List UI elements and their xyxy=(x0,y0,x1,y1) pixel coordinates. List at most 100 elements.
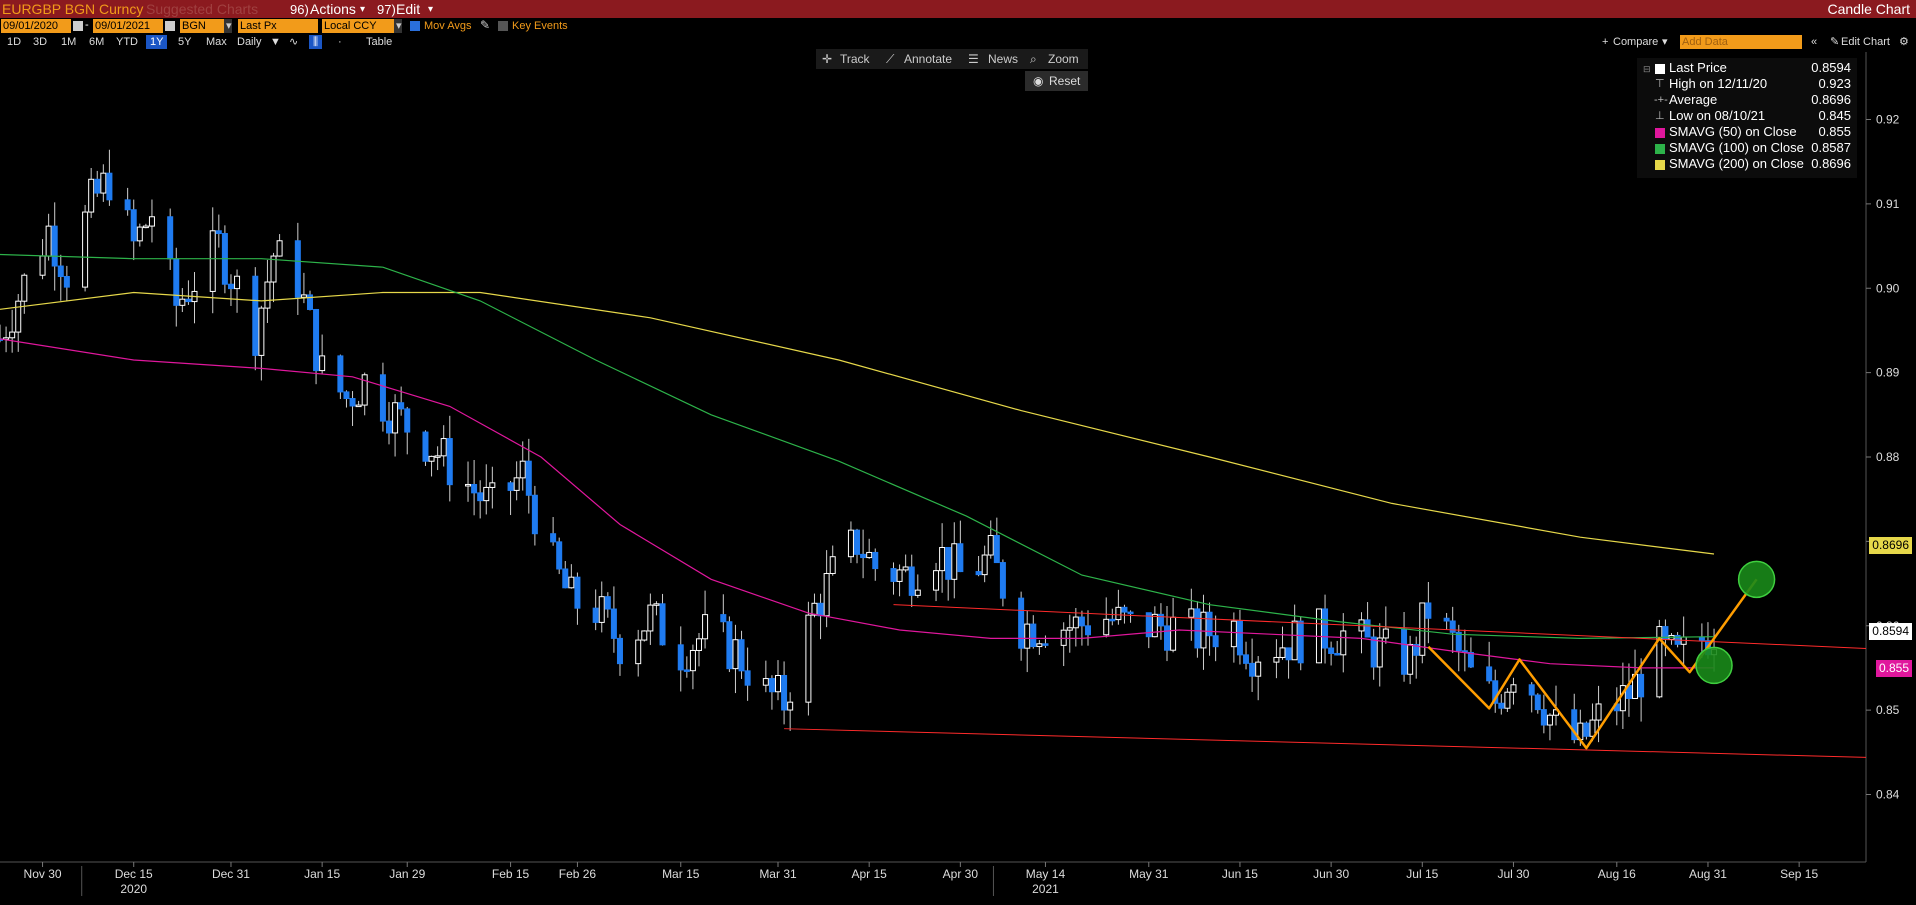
price-label: 0.8696 xyxy=(1869,536,1912,554)
candle-body xyxy=(896,569,903,582)
legend-row-last-price: ⊟ Last Price 0.8594 xyxy=(1637,60,1857,76)
legend-value: 0.8594 xyxy=(1811,60,1851,75)
candle-body xyxy=(477,492,484,502)
legend-row-high: ⊤ High on 12/11/20 0.923 xyxy=(1637,76,1857,92)
candle-body xyxy=(556,541,563,570)
candle-body xyxy=(1334,652,1341,656)
candle-body xyxy=(1194,608,1201,649)
candle-body xyxy=(215,230,222,235)
candle-body xyxy=(1595,703,1602,721)
x-tick-label: Jan 29 xyxy=(389,867,425,881)
candle-body xyxy=(94,178,101,194)
x-year-label: 2020 xyxy=(120,882,147,896)
candle-body xyxy=(465,483,472,487)
candle-body xyxy=(1255,661,1262,677)
candle-body xyxy=(1382,628,1389,639)
candle-body xyxy=(1376,637,1383,668)
candle-body xyxy=(234,275,241,290)
candle-body xyxy=(1036,643,1043,648)
candle-body xyxy=(1589,719,1596,737)
candle-body xyxy=(1370,636,1377,668)
candle-body xyxy=(428,455,435,462)
candle-body xyxy=(1127,611,1134,615)
legend-label: SMAVG (100) on Close xyxy=(1669,140,1804,155)
x-tick-label: Mar 31 xyxy=(759,867,797,881)
candle-body xyxy=(957,543,964,573)
last-price-swatch-icon xyxy=(1655,64,1665,74)
candle-body xyxy=(386,420,393,434)
legend-row-low: ⊥ Low on 08/10/21 0.845 xyxy=(1637,108,1857,124)
candle-body xyxy=(471,483,478,494)
sma200-swatch-icon xyxy=(1655,160,1665,170)
candle-body xyxy=(550,533,557,543)
legend-row-sma200: SMAVG (200) on Close 0.8696 xyxy=(1637,156,1857,172)
candle-body xyxy=(124,199,131,211)
candle-body xyxy=(1030,623,1037,648)
candle-body xyxy=(88,178,95,213)
candle-body xyxy=(1249,662,1256,677)
candle-body xyxy=(987,535,994,556)
x-tick-label: Apr 15 xyxy=(851,867,887,881)
candle-body xyxy=(21,274,28,302)
candle-body xyxy=(610,608,617,639)
candle-body xyxy=(294,240,301,298)
candle-body xyxy=(677,644,684,671)
candle-body xyxy=(689,649,696,672)
candle-body xyxy=(82,211,89,288)
candle-body xyxy=(130,209,137,242)
y-tick-label: 0.85 xyxy=(1876,703,1900,717)
candle-body xyxy=(252,275,259,356)
candle-body xyxy=(890,568,897,582)
candle-body xyxy=(300,294,307,298)
candle-body xyxy=(726,621,733,670)
candle-body xyxy=(975,571,982,576)
collapse-box-icon[interactable]: ⊟ xyxy=(1643,61,1651,77)
candle-body xyxy=(1164,625,1171,651)
legend-label: SMAVG (50) on Close xyxy=(1669,124,1797,139)
candle-body xyxy=(683,669,690,672)
candle-body xyxy=(45,225,52,257)
candle-body xyxy=(9,331,16,339)
candle-body xyxy=(398,402,405,410)
candle-body xyxy=(531,494,538,535)
candle-body xyxy=(720,614,727,623)
candle-body xyxy=(148,216,155,227)
candle-body xyxy=(1236,620,1243,656)
candle-body xyxy=(1212,635,1219,648)
candle-body xyxy=(513,477,520,491)
candle-body xyxy=(1498,702,1505,709)
candle-body xyxy=(616,637,623,665)
candle-body xyxy=(738,639,745,672)
candle-body xyxy=(847,529,854,558)
x-tick-label: Aug 16 xyxy=(1598,867,1636,881)
candle-body xyxy=(829,556,836,575)
candle-body xyxy=(349,398,356,407)
candle-body xyxy=(659,603,666,646)
candle-body xyxy=(1024,623,1031,649)
candle-body xyxy=(1115,606,1122,621)
candle-body xyxy=(355,404,362,408)
candle-body xyxy=(507,482,514,491)
candle-body xyxy=(823,573,830,617)
sma50-swatch-icon xyxy=(1655,128,1665,138)
x-tick-label: Jul 15 xyxy=(1406,867,1438,881)
candle-body xyxy=(422,431,429,462)
candle-body xyxy=(15,300,22,333)
candle-body xyxy=(1455,631,1462,652)
candle-body xyxy=(1486,666,1493,682)
candle-body xyxy=(1157,613,1164,627)
candle-body xyxy=(57,265,64,278)
candle-body xyxy=(854,529,861,555)
candle-body xyxy=(525,460,532,496)
candle-body xyxy=(392,402,399,434)
x-tick-label: May 31 xyxy=(1129,867,1169,881)
candle-body xyxy=(1583,722,1590,737)
candle-body xyxy=(1322,608,1329,649)
candle-body xyxy=(1449,620,1456,633)
x-tick-label: Feb 26 xyxy=(559,867,597,881)
candle-body xyxy=(1084,625,1091,636)
candle-body xyxy=(1546,714,1553,726)
legend-row-average: -+- Average 0.8696 xyxy=(1637,92,1857,108)
candle-body xyxy=(1285,647,1292,661)
candle-chart[interactable]: 0.840.850.860.870.880.890.900.910.92Nov … xyxy=(0,0,1916,905)
